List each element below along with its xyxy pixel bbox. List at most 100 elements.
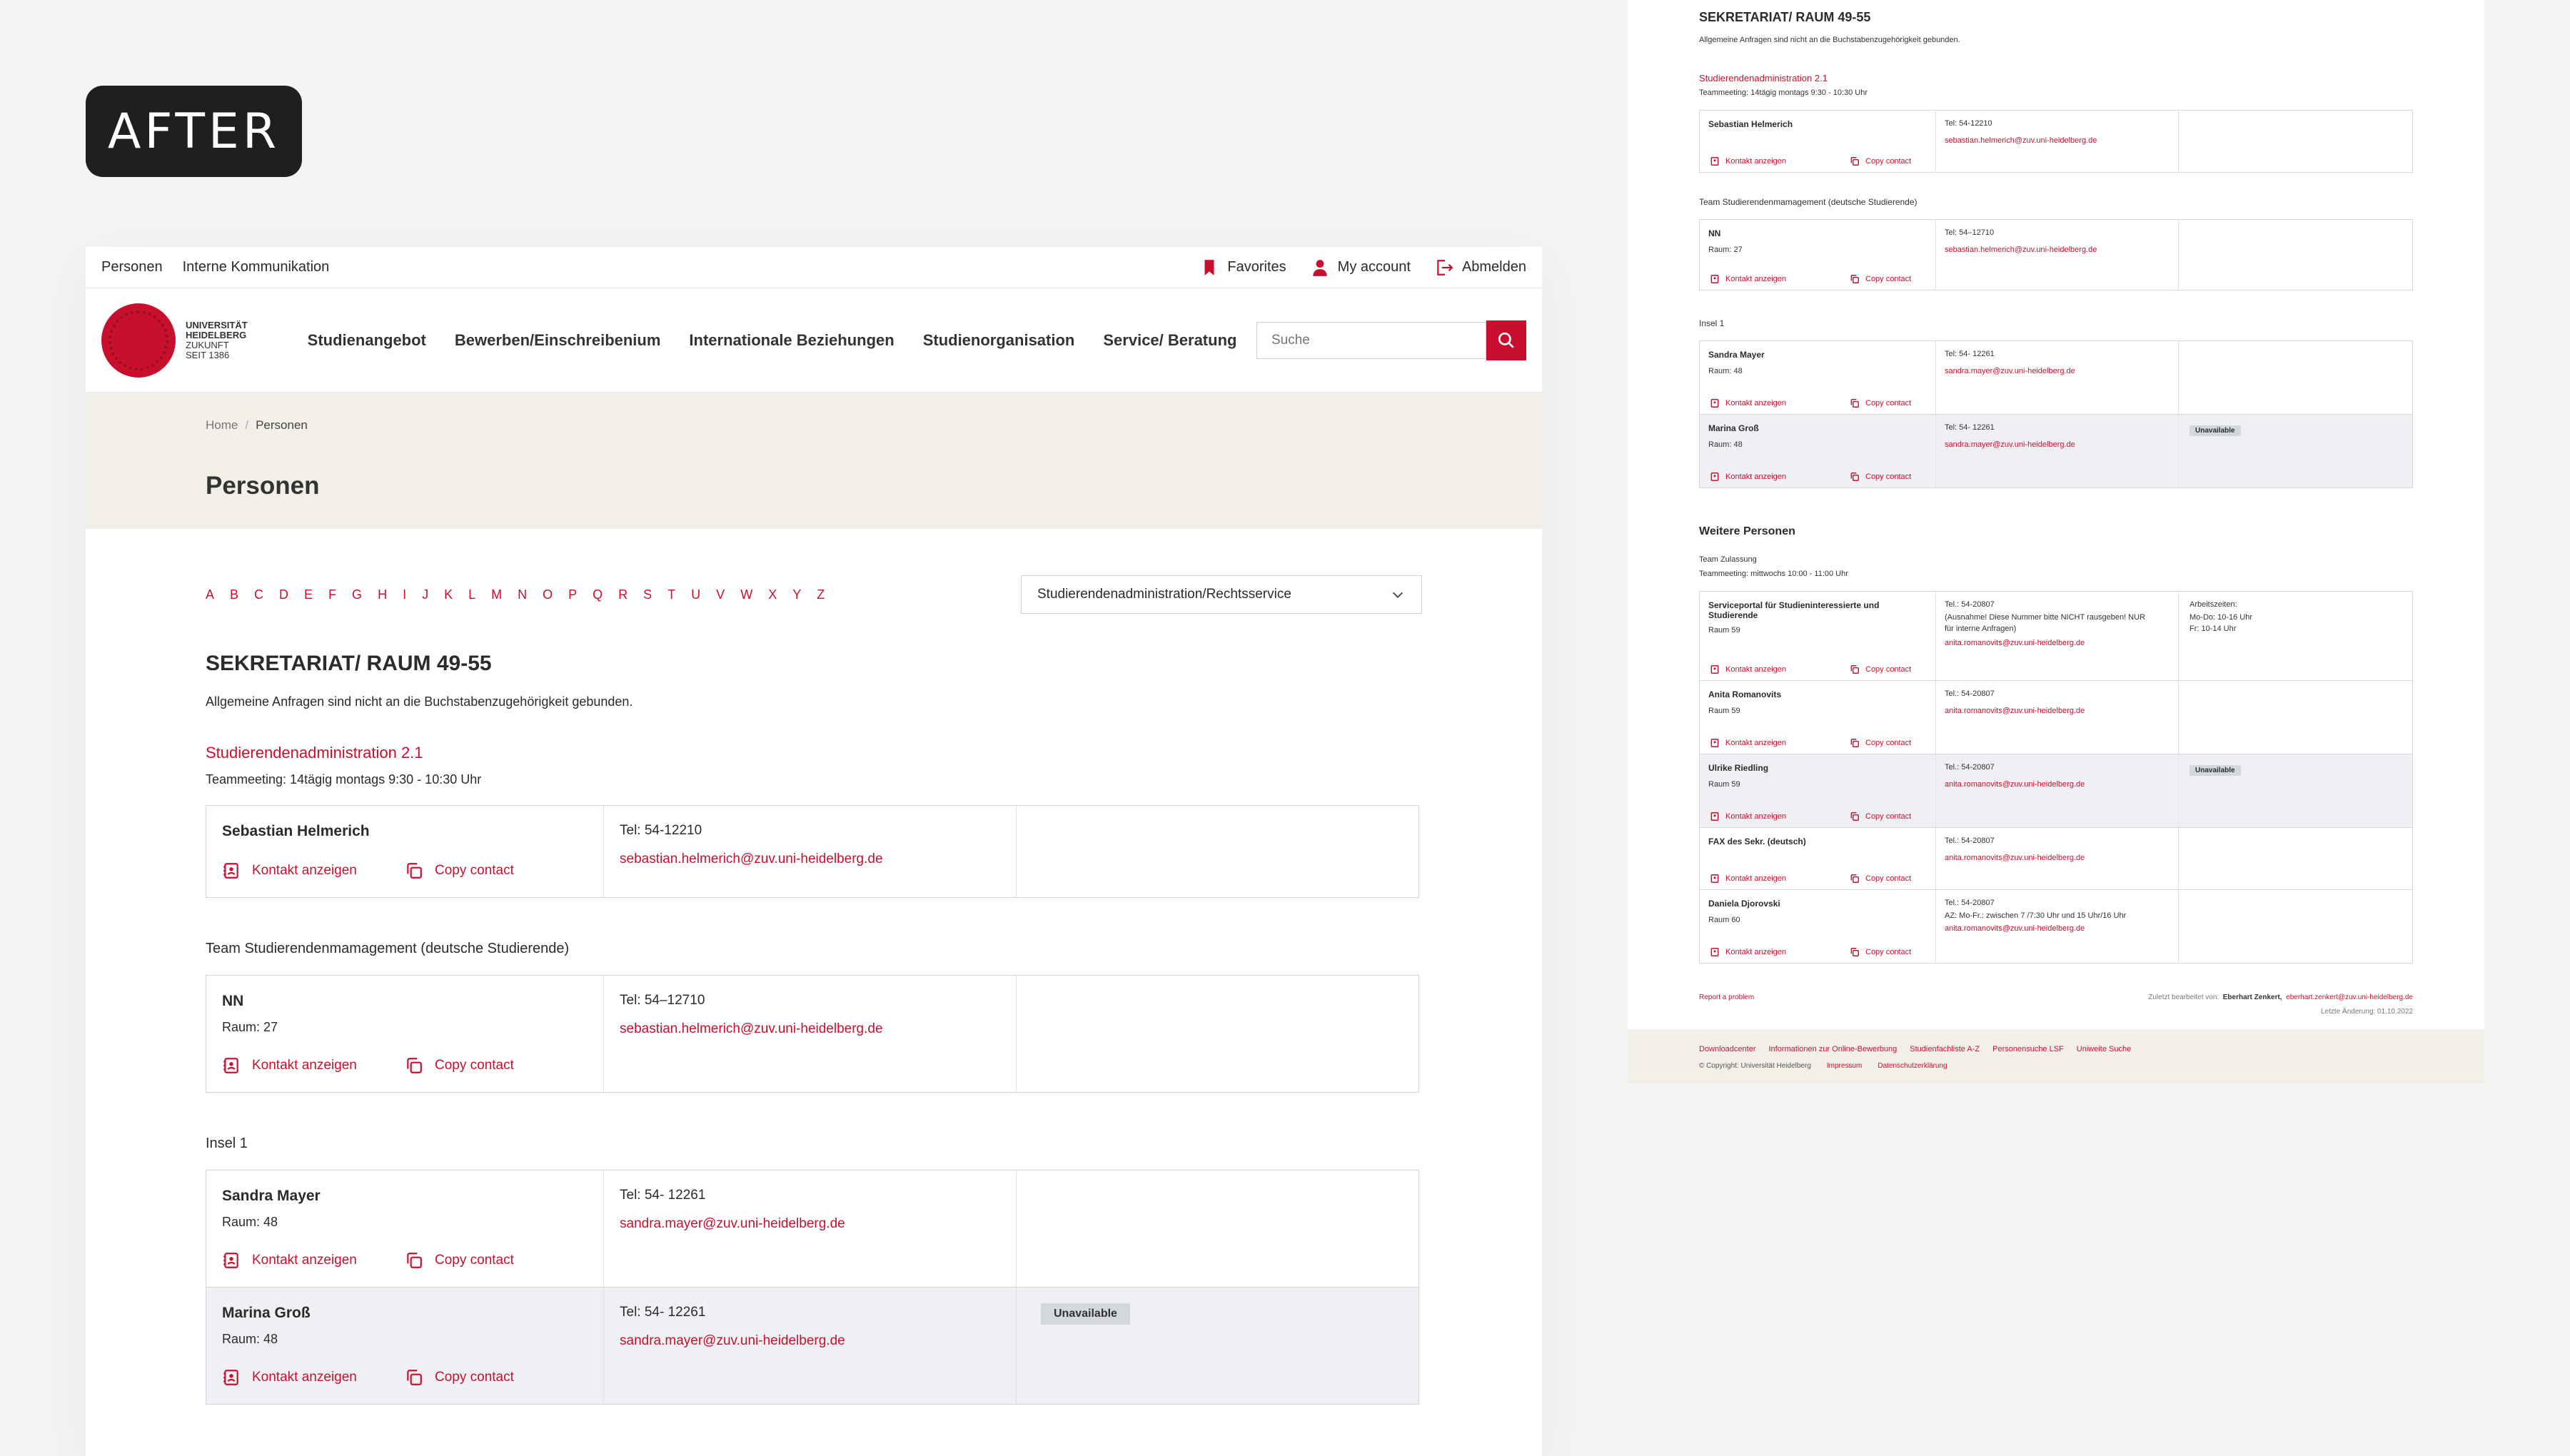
impressum-link[interactable]: Impressum — [1827, 1062, 1862, 1070]
person-email[interactable]: anita.romanovits@zuv.uni-heidelberg.de — [1945, 924, 2180, 933]
copy-contact-button[interactable]: Copy contact — [1850, 874, 1911, 884]
person-name: Sandra Mayer — [222, 1188, 321, 1204]
nav-studienorganisation[interactable]: Studienorganisation — [923, 331, 1075, 350]
letter-b[interactable]: B — [230, 587, 238, 602]
show-contact-button[interactable]: Kontakt anzeigen — [1710, 812, 1786, 821]
footer-link[interactable]: Informationen zur Online-Bewerbung — [1769, 1045, 1898, 1053]
show-contact-button[interactable]: Kontakt anzeigen — [1710, 156, 1786, 166]
letter-p[interactable]: P — [568, 587, 577, 602]
letter-z[interactable]: Z — [817, 587, 825, 602]
footer-link[interactable]: Uniweite Suche — [2077, 1045, 2131, 1053]
nav-service-beratung[interactable]: Service/ Beratung — [1103, 331, 1236, 350]
show-contact-button[interactable]: Kontakt anzeigen — [222, 1368, 405, 1387]
contact-row: Daniela Djorovski Raum 60 Tel.: 54-20807 A… — [1700, 890, 2412, 963]
letter-i[interactable]: I — [403, 587, 406, 602]
letter-a[interactable]: A — [206, 587, 214, 602]
person-email[interactable]: sandra.mayer@zuv.uni-heidelberg.de — [1945, 440, 2180, 449]
letter-k[interactable]: K — [444, 587, 453, 602]
letter-s[interactable]: S — [643, 587, 652, 602]
logout-link[interactable]: Abmelden — [1435, 258, 1526, 277]
copy-contact-button[interactable]: Copy contact — [405, 1056, 588, 1075]
nav-internationale-beziehungen[interactable]: Internationale Beziehungen — [689, 331, 894, 350]
group-title[interactable]: Studierendenadministration 2.1 — [1699, 73, 1828, 84]
letter-t[interactable]: T — [667, 587, 675, 602]
favorites-link[interactable]: Favorites — [1200, 258, 1286, 277]
person-email[interactable]: anita.romanovits@zuv.uni-heidelberg.de — [1945, 854, 2180, 862]
show-contact-button[interactable]: Kontakt anzeigen — [222, 1056, 405, 1075]
search-box — [1256, 320, 1526, 360]
copy-contact-button[interactable]: Copy contact — [1850, 156, 1911, 166]
contact-row: Marina Groß Raum: 48 Tel: 54- 12261 sandra… — [1700, 415, 2412, 487]
letter-f[interactable]: F — [328, 587, 336, 602]
letter-d[interactable]: D — [279, 587, 288, 602]
person-email[interactable]: sebastian.helmerich@zuv.uni-heidelberg.d… — [1945, 246, 2180, 254]
department-dropdown[interactable]: Studierendenadministration/Rechtsservice — [1021, 575, 1422, 614]
person-email[interactable]: sandra.mayer@zuv.uni-heidelberg.de — [620, 1333, 1000, 1349]
breadcrumb-home[interactable]: Home — [206, 418, 238, 432]
footer-link[interactable]: Studienfachliste A-Z — [1910, 1045, 1980, 1053]
letter-n[interactable]: N — [518, 587, 527, 602]
search-input[interactable] — [1256, 321, 1486, 359]
contact-row: Sebastian Helmerich Kontakt anzeigen Cop… — [206, 806, 1418, 897]
show-contact-button[interactable]: Kontakt anzeigen — [1710, 472, 1786, 482]
nav-bewerben[interactable]: Bewerben/Einschreibenium — [455, 331, 661, 350]
show-contact-button[interactable]: Kontakt anzeigen — [1710, 947, 1786, 957]
letter-u[interactable]: U — [691, 587, 700, 602]
status-badge: Unavailable — [2189, 765, 2241, 776]
show-contact-button[interactable]: Kontakt anzeigen — [1710, 738, 1786, 748]
copy-contact-button[interactable]: Copy contact — [1850, 398, 1911, 408]
top-link-personen[interactable]: Personen — [101, 259, 163, 275]
top-link-interne-kommunikation[interactable]: Interne Kommunikation — [183, 259, 330, 275]
person-email[interactable]: anita.romanovits@zuv.uni-heidelberg.de — [1945, 780, 2180, 789]
letter-h[interactable]: H — [378, 587, 387, 602]
letter-l[interactable]: L — [468, 587, 475, 602]
person-name: Marina Groß — [1708, 423, 1759, 433]
copy-contact-button[interactable]: Copy contact — [405, 1368, 588, 1387]
copy-contact-button[interactable]: Copy contact — [405, 861, 588, 880]
show-contact-button[interactable]: Kontakt anzeigen — [222, 861, 405, 880]
nav-studienangebot[interactable]: Studienangebot — [308, 331, 426, 350]
report-problem-link[interactable]: Report a problem — [1699, 994, 1754, 1001]
copy-contact-button[interactable]: Copy contact — [1850, 274, 1911, 284]
university-logo[interactable]: UNIVERSITÄT HEIDELBERG ZUKUNFT SEIT 1386 — [101, 303, 248, 378]
copy-contact-button[interactable]: Copy contact — [1850, 812, 1911, 821]
copy-contact-button[interactable]: Copy contact — [1850, 738, 1911, 748]
letter-e[interactable]: E — [304, 587, 313, 602]
letter-v[interactable]: V — [716, 587, 725, 602]
letter-j[interactable]: J — [422, 587, 428, 602]
letter-c[interactable]: C — [254, 587, 263, 602]
person-email[interactable]: sebastian.helmerich@zuv.uni-heidelberg.d… — [620, 1021, 1000, 1037]
copy-contact-button[interactable]: Copy contact — [1850, 472, 1911, 482]
search-button[interactable] — [1486, 320, 1526, 360]
letter-q[interactable]: Q — [593, 587, 603, 602]
letter-w[interactable]: W — [740, 587, 752, 602]
privacy-link[interactable]: Datenschutzerklärung — [1878, 1062, 1947, 1070]
contact-card-icon — [1710, 399, 1719, 408]
person-phone: Tel: 54- 12261 — [1945, 350, 1995, 358]
show-contact-button[interactable]: Kontakt anzeigen — [1710, 664, 1786, 674]
group-title[interactable]: Studierendenadministration 2.1 — [206, 744, 1422, 762]
show-contact-button[interactable]: Kontakt anzeigen — [1710, 274, 1786, 284]
account-link[interactable]: My account — [1311, 258, 1411, 277]
person-email[interactable]: anita.romanovits@zuv.uni-heidelberg.de — [1945, 639, 2180, 647]
copy-contact-button[interactable]: Copy contact — [1850, 947, 1911, 957]
show-contact-button[interactable]: Kontakt anzeigen — [1710, 398, 1786, 408]
letter-g[interactable]: G — [352, 587, 362, 602]
person-email[interactable]: sandra.mayer@zuv.uni-heidelberg.de — [620, 1216, 1000, 1232]
footer-link[interactable]: Downloadcenter — [1699, 1045, 1756, 1053]
show-contact-button[interactable]: Kontakt anzeigen — [222, 1251, 405, 1270]
person-email[interactable]: anita.romanovits@zuv.uni-heidelberg.de — [1945, 707, 2180, 715]
letter-r[interactable]: R — [618, 587, 628, 602]
copy-contact-button[interactable]: Copy contact — [405, 1251, 588, 1270]
letter-x[interactable]: X — [768, 587, 777, 602]
person-email[interactable]: sandra.mayer@zuv.uni-heidelberg.de — [1945, 367, 2180, 375]
copy-contact-button[interactable]: Copy contact — [1850, 664, 1911, 674]
letter-o[interactable]: O — [543, 587, 553, 602]
person-email[interactable]: sebastian.helmerich@zuv.uni-heidelberg.d… — [1945, 136, 2180, 145]
show-contact-button[interactable]: Kontakt anzeigen — [1710, 874, 1786, 884]
letter-m[interactable]: M — [491, 587, 502, 602]
letter-y[interactable]: Y — [792, 587, 801, 602]
copy-icon — [1850, 472, 1859, 481]
person-email[interactable]: sebastian.helmerich@zuv.uni-heidelberg.d… — [620, 851, 1000, 867]
footer-link[interactable]: Personensuche LSF — [1992, 1045, 2064, 1053]
